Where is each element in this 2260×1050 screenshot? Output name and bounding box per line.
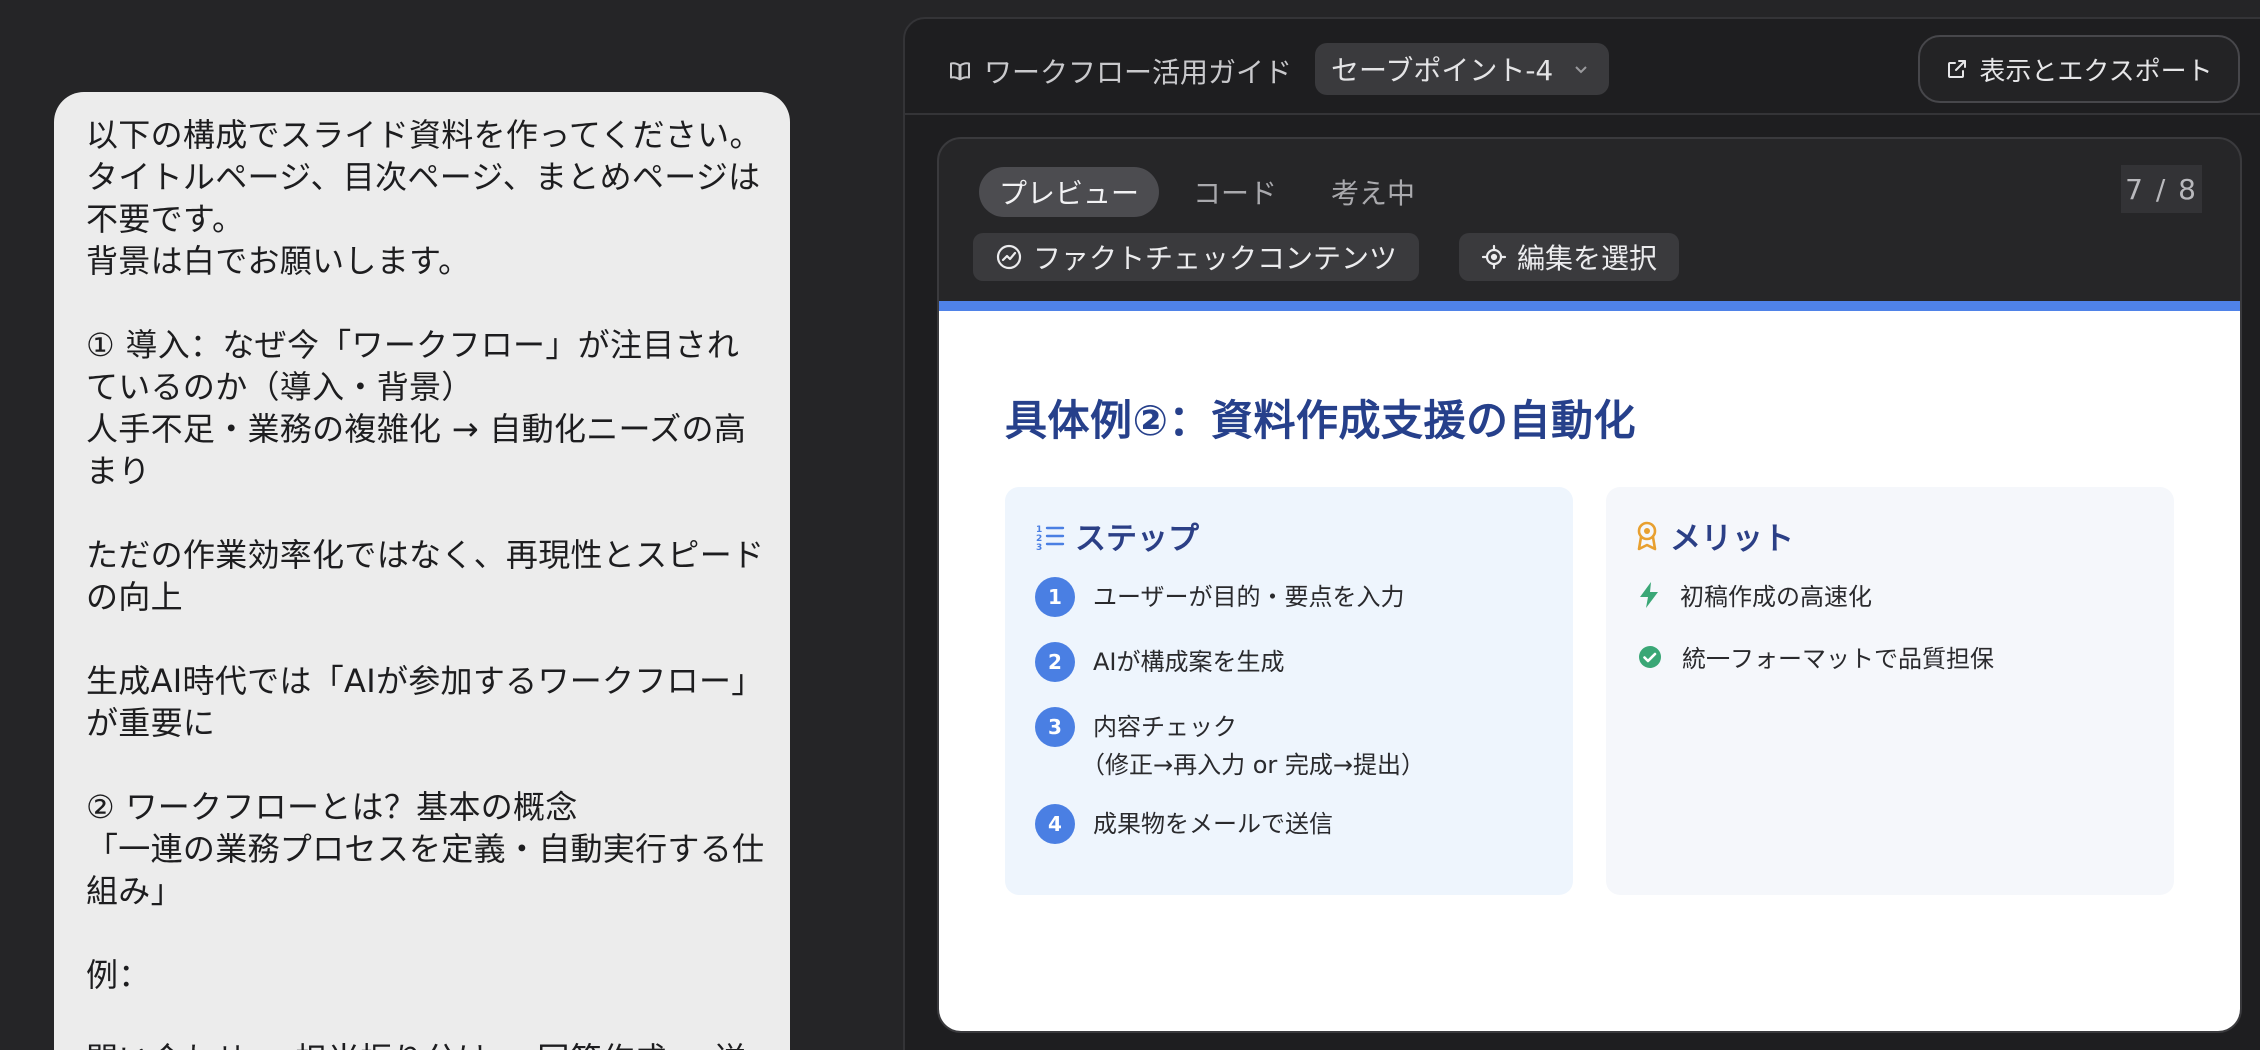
merit-item: 統一フォーマットで品質担保 bbox=[1638, 639, 1994, 674]
step-item: 3 内容チェック （修正→再入力 or 完成→提出） bbox=[1035, 707, 1425, 783]
steps-card: 1 2 3 ステップ 1 ユーザーが目的・要点を入力 2 AIが構成案を生成 3… bbox=[1005, 487, 1573, 895]
doc-title-group[interactable]: ワークフロー活用ガイド bbox=[948, 51, 1292, 91]
numbered-list-icon: 1 2 3 bbox=[1035, 521, 1065, 551]
message-line: 例： bbox=[86, 956, 151, 994]
crosshair-icon bbox=[1481, 244, 1507, 270]
message-line: 組み」 bbox=[86, 872, 183, 910]
step-number-badge: 2 bbox=[1035, 642, 1075, 682]
message-line: の向上 bbox=[86, 578, 183, 616]
tool-row: ファクトチェックコンテンツ 編集を選択 bbox=[973, 233, 1680, 281]
step-subtext: （修正→再入力 or 完成→提出） bbox=[1081, 751, 1426, 779]
step-item: 1 ユーザーが目的・要点を入力 bbox=[1035, 577, 1405, 617]
step-text: ユーザーが目的・要点を入力 bbox=[1093, 583, 1405, 611]
message-line: ① 導入：なぜ今「ワークフロー」が注目され bbox=[86, 326, 740, 364]
preview-frame: プレビュー コード 考え中 7 / 8 ファクトチェックコンテンツ 編集を選択 … bbox=[937, 137, 2242, 1033]
steps-card-title: ステップ bbox=[1075, 521, 1199, 557]
message-line: が重要に bbox=[86, 704, 216, 742]
slide-title: 具体例②：資料作成支援の自動化 bbox=[1005, 396, 1637, 445]
fact-check-button[interactable]: ファクトチェックコンテンツ bbox=[973, 233, 1420, 281]
award-icon bbox=[1634, 520, 1660, 552]
select-edit-label: 編集を選択 bbox=[1517, 242, 1658, 275]
message-line: ② ワークフローとは？基本の概念 bbox=[86, 788, 578, 826]
merits-card-title: メリット bbox=[1670, 521, 1794, 557]
message-line: ているのか（導入・背景） bbox=[86, 368, 474, 406]
step-number-badge: 1 bbox=[1035, 577, 1075, 617]
check-circle-icon bbox=[1638, 645, 1662, 669]
message-line: 生成AI時代では「AIが参加するワークフロー」 bbox=[86, 662, 764, 700]
view-tabs: プレビュー コード 考え中 bbox=[979, 167, 1435, 217]
step-item: 2 AIが構成案を生成 bbox=[1035, 642, 1285, 682]
message-line: 不要です。 bbox=[86, 200, 245, 238]
step-number-badge: 3 bbox=[1035, 707, 1075, 747]
tab-preview[interactable]: プレビュー bbox=[979, 167, 1160, 217]
message-line: 問い合わせ → 担当振り分け → 回答作成 → 送 bbox=[86, 1038, 760, 1050]
version-label: セーブポイント-4 bbox=[1331, 54, 1554, 87]
artifact-topbar: ワークフロー活用ガイド セーブポイント-4 表示とエクスポート bbox=[905, 19, 2260, 115]
select-edit-button[interactable]: 編集を選択 bbox=[1459, 233, 1680, 281]
step-text: 成果物をメールで送信 bbox=[1093, 810, 1333, 838]
fact-check-label: ファクトチェックコンテンツ bbox=[1033, 242, 1398, 275]
app-window: 以下の構成でスライド資料を作ってください。 タイトルページ、目次ページ、まとめペー… bbox=[0, 0, 2260, 1050]
step-text: AIが構成案を生成 bbox=[1093, 648, 1285, 676]
book-icon bbox=[948, 59, 972, 83]
user-message-bubble: 以下の構成でスライド資料を作ってください。 タイトルページ、目次ページ、まとめペー… bbox=[54, 92, 790, 1050]
merit-item: 初稿作成の高速化 bbox=[1638, 577, 1872, 612]
slide-canvas: 具体例②：資料作成支援の自動化 1 2 3 ステップ 1 ユーザーが目的・要点を… bbox=[939, 301, 2240, 1031]
step-text: 内容チェック bbox=[1093, 713, 1237, 741]
message-line: まり bbox=[86, 452, 151, 490]
svg-text:3: 3 bbox=[1036, 543, 1042, 551]
merits-card: メリット 初稿作成の高速化 統一フォーマットで品質担保 bbox=[1606, 487, 2174, 895]
merit-text: 統一フォーマットで品質担保 bbox=[1682, 645, 1994, 673]
message-line: 「一連の業務プロセスを定義・自動実行する仕 bbox=[86, 830, 765, 868]
message-line: 以下の構成でスライド資料を作ってください。 bbox=[86, 116, 762, 154]
external-link-icon bbox=[1945, 57, 1969, 81]
message-line: タイトルページ、目次ページ、まとめページは bbox=[86, 158, 761, 196]
lightning-icon bbox=[1638, 581, 1660, 609]
message-line: 背景は白でお願いします。 bbox=[86, 242, 471, 280]
export-label: 表示とエクスポート bbox=[1979, 56, 2213, 87]
step-number-badge: 4 bbox=[1035, 804, 1075, 844]
message-line: ただの作業効率化ではなく、再現性とスピード bbox=[86, 536, 765, 574]
version-select[interactable]: セーブポイント-4 bbox=[1315, 43, 1610, 95]
message-line: 人手不足・業務の複雑化 → 自動化ニーズの高 bbox=[86, 410, 747, 448]
chat-pane: 以下の構成でスライド資料を作ってください。 タイトルページ、目次ページ、まとめペー… bbox=[0, 0, 900, 1050]
trend-check-icon bbox=[995, 243, 1023, 271]
step-item: 4 成果物をメールで送信 bbox=[1035, 804, 1333, 844]
tab-code[interactable]: コード bbox=[1173, 167, 1297, 217]
view-export-button[interactable]: 表示とエクスポート bbox=[1918, 35, 2240, 103]
merits-card-header: メリット bbox=[1634, 513, 1794, 558]
tab-thinking[interactable]: 考え中 bbox=[1311, 167, 1435, 217]
doc-title: ワークフロー活用ガイド bbox=[984, 56, 1293, 89]
steps-card-header: 1 2 3 ステップ bbox=[1035, 513, 1199, 558]
artifact-panel: ワークフロー活用ガイド セーブポイント-4 表示とエクスポート プレビュー コー… bbox=[903, 17, 2260, 1050]
page-indicator: 7 / 8 bbox=[2121, 165, 2202, 213]
merit-text: 初稿作成の高速化 bbox=[1680, 583, 1872, 611]
chevron-down-icon bbox=[1573, 61, 1589, 77]
